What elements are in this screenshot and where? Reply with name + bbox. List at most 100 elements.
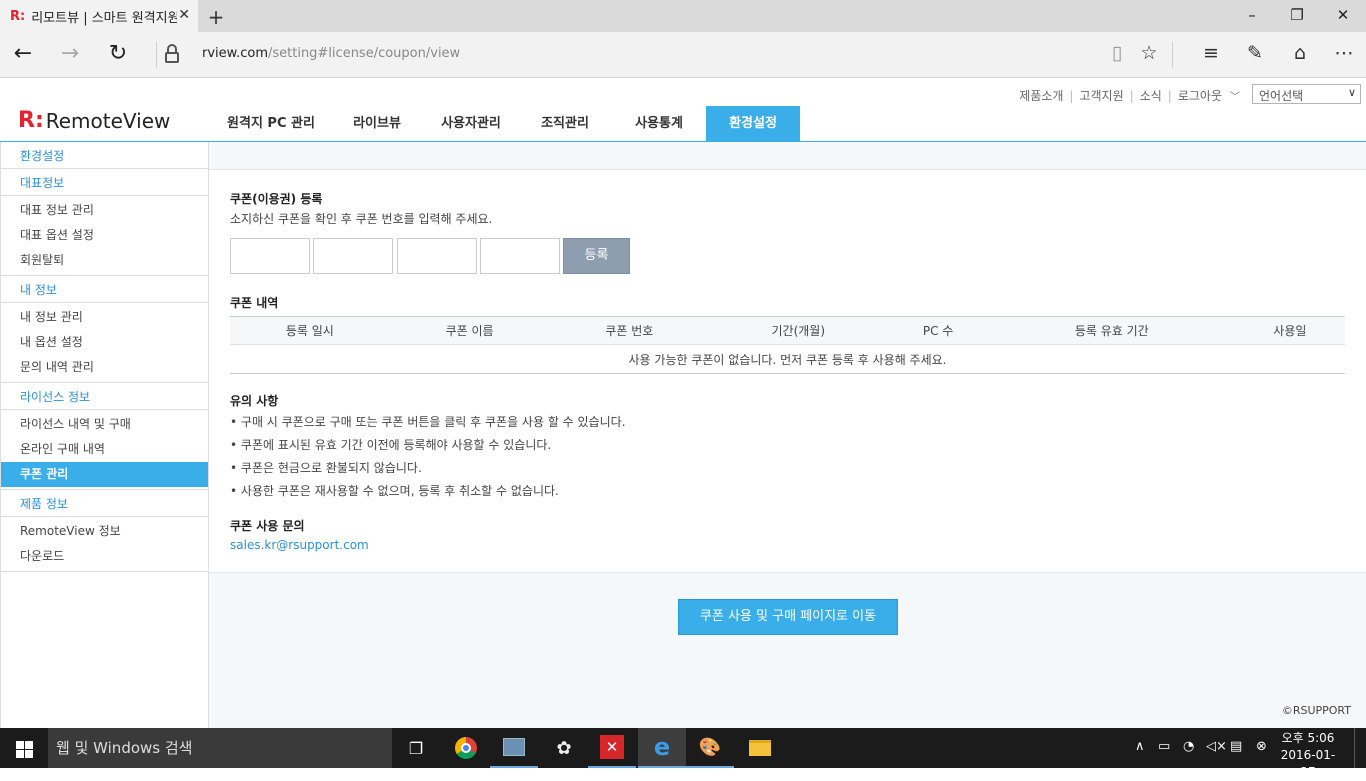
action-center-icon[interactable]: ▤ bbox=[1230, 739, 1242, 754]
paint-icon[interactable]: 🎨 bbox=[686, 728, 734, 768]
chrome-icon[interactable] bbox=[442, 728, 490, 768]
main-navigation: 원격지 PC 관리 라이브뷰 사용자관리 조직관리 사용통계 환경설정 bbox=[212, 106, 800, 142]
back-arrow-icon[interactable]: ← bbox=[9, 41, 37, 66]
language-select-value: 언어선택 bbox=[1259, 89, 1304, 103]
nav-settings[interactable]: 환경설정 bbox=[706, 106, 800, 142]
sidebar-group-my-info[interactable]: 내 정보 bbox=[1, 276, 208, 303]
sidebar-item-my-options[interactable]: 내 옵션 설정 bbox=[1, 330, 208, 355]
sidebar-item-download[interactable]: 다운로드 bbox=[1, 544, 208, 569]
notes-title: 유의 사항 bbox=[230, 394, 279, 408]
taskbar-search-box[interactable]: 웹 및 Windows 검색 bbox=[48, 728, 392, 768]
nav-statistics[interactable]: 사용통계 bbox=[612, 106, 706, 142]
sidebar-item-coupon[interactable]: 쿠폰 관리 bbox=[1, 462, 208, 487]
windows-taskbar: 웹 및 Windows 검색 ❐ ✿ ✕ e 🎨 ∧ ▭ ◔ ◁× ▤ ⊗ 오후… bbox=[0, 728, 1366, 779]
util-link-news[interactable]: 소식 bbox=[1140, 87, 1162, 104]
remoteview-logo[interactable]: R: RemoteView bbox=[18, 108, 170, 133]
browser-tab[interactable]: R: 리모트뷰 | 스마트 원격지원 ✕ bbox=[0, 0, 198, 32]
windows-start-icon[interactable] bbox=[0, 728, 48, 768]
tab-close-icon[interactable]: ✕ bbox=[178, 7, 190, 23]
reading-view-icon[interactable]: ▯ bbox=[1103, 42, 1131, 64]
column-header: 기간(개월) bbox=[709, 316, 888, 345]
sidebar-group-representative[interactable]: 대표정보 bbox=[1, 169, 208, 196]
logo-mark: R: bbox=[18, 108, 44, 133]
address-bar[interactable]: rview.com/setting#license/coupon/view bbox=[202, 46, 460, 61]
sidebar-item-my-info[interactable]: 내 정보 관리 bbox=[1, 305, 208, 330]
divider bbox=[1172, 42, 1173, 68]
divider: | bbox=[1129, 88, 1134, 103]
nav-user-management[interactable]: 사용자관리 bbox=[424, 106, 518, 142]
battery-icon[interactable]: ▭ bbox=[1158, 739, 1170, 754]
note-text: 사용한 쿠폰은 재사용할 수 없으며, 등록 후 취소할 수 없습니다. bbox=[240, 484, 559, 498]
column-header: 쿠폰 번호 bbox=[549, 316, 710, 345]
util-link-support[interactable]: 고객지원 bbox=[1079, 87, 1123, 104]
divider bbox=[156, 42, 157, 68]
column-header: PC 수 bbox=[887, 316, 989, 345]
maximize-icon[interactable]: ❐ bbox=[1282, 6, 1312, 24]
sidebar-item-withdraw[interactable]: 회원탈퇴 bbox=[1, 248, 208, 273]
coupon-register-title: 쿠폰(이용권) 등록 bbox=[230, 192, 323, 206]
address-row: ← → ↻ rview.com/setting#license/coupon/v… bbox=[0, 32, 1366, 78]
nav-liveview[interactable]: 라이브뷰 bbox=[330, 106, 424, 142]
xmind-icon[interactable]: ✕ bbox=[588, 728, 636, 768]
util-link-products[interactable]: 제품소개 bbox=[1019, 87, 1063, 104]
coupon-code-input-1[interactable] bbox=[230, 238, 310, 274]
file-explorer-icon[interactable] bbox=[736, 728, 784, 768]
lock-icon bbox=[164, 44, 180, 64]
sidebar-item-license-purchase[interactable]: 라이선스 내역 및 구매 bbox=[1, 412, 208, 437]
forward-arrow-icon[interactable]: → bbox=[56, 41, 84, 66]
coupon-history-title: 쿠폰 내역 bbox=[230, 296, 279, 310]
sidebar-items: 내 정보 관리 내 옵션 설정 문의 내역 관리 bbox=[1, 303, 208, 383]
sidebar-item-rep-info[interactable]: 대표 정보 관리 bbox=[1, 198, 208, 223]
favorite-star-icon[interactable]: ☆ bbox=[1135, 42, 1163, 64]
coupon-code-input-4[interactable] bbox=[480, 238, 560, 274]
note-text: 쿠폰은 현금으로 환불되지 않습니다. bbox=[240, 461, 422, 475]
nav-organization[interactable]: 조직관리 bbox=[518, 106, 612, 142]
taskbar-clock[interactable]: 오후 5:06 2016-01-27 bbox=[1280, 730, 1336, 781]
sidebar-item-rep-options[interactable]: 대표 옵션 설정 bbox=[1, 223, 208, 248]
tab-title: 리모트뷰 | 스마트 원격지원 bbox=[31, 10, 178, 26]
url-host: rview.com bbox=[202, 46, 268, 61]
share-icon[interactable]: ⌂ bbox=[1286, 42, 1314, 64]
register-button[interactable]: 등록 bbox=[563, 238, 630, 274]
wifi-icon[interactable]: ◔ bbox=[1183, 739, 1194, 754]
sidebar-item-online-purchase[interactable]: 온라인 구매 내역 bbox=[1, 437, 208, 462]
sidebar-group-license[interactable]: 라이선스 정보 bbox=[1, 383, 208, 410]
edge-browser-icon[interactable]: e bbox=[638, 728, 686, 768]
language-select[interactable]: 언어선택 ∨ bbox=[1252, 84, 1361, 104]
column-header: 쿠폰 이름 bbox=[389, 316, 550, 345]
sidebar-items: RemoteView 정보 다운로드 bbox=[1, 517, 208, 572]
table-row: 사용 가능한 쿠폰이 없습니다. 먼저 쿠폰 등록 후 사용해 주세요. bbox=[230, 344, 1345, 374]
content-header-bar bbox=[209, 142, 1366, 170]
copyright: ©RSUPPORT bbox=[1281, 704, 1351, 717]
chevron-down-icon[interactable]: ﹀ bbox=[1230, 88, 1240, 103]
refresh-icon[interactable]: ↻ bbox=[104, 41, 132, 66]
app-figure-icon[interactable]: ✿ bbox=[540, 728, 588, 768]
sidebar-item-product-info[interactable]: RemoteView 정보 bbox=[1, 519, 208, 544]
sidebar-group-product[interactable]: 제품 정보 bbox=[1, 490, 208, 517]
explorer-window-icon[interactable] bbox=[490, 728, 538, 768]
nav-remote-pc[interactable]: 원격지 PC 관리 bbox=[212, 106, 330, 142]
chevron-down-icon: ∨ bbox=[1347, 86, 1356, 99]
util-link-logout[interactable]: 로그아웃 bbox=[1178, 87, 1222, 104]
minimize-icon[interactable]: – bbox=[1237, 6, 1267, 24]
task-view-icon[interactable]: ❐ bbox=[392, 728, 440, 768]
web-page: 제품소개 | 고객지원 | 소식 | 로그아웃 ﹀ 언어선택 ∨ R: Remo… bbox=[0, 78, 1366, 728]
window-close-icon[interactable]: ✕ bbox=[1328, 6, 1358, 24]
status-x-icon[interactable]: ⊗ bbox=[1256, 739, 1267, 754]
hub-menu-icon[interactable]: ≡ bbox=[1197, 42, 1225, 64]
coupon-code-input-3[interactable] bbox=[397, 238, 477, 274]
new-tab-icon[interactable]: + bbox=[206, 5, 226, 29]
sidebar-item-inquiries[interactable]: 문의 내역 관리 bbox=[1, 355, 208, 380]
volume-muted-icon[interactable]: ◁× bbox=[1206, 739, 1227, 754]
web-note-icon[interactable]: ✎ bbox=[1241, 42, 1269, 64]
sidebar-root[interactable]: 환경설정 bbox=[1, 142, 208, 169]
coupon-code-input-2[interactable] bbox=[313, 238, 393, 274]
more-options-icon[interactable]: ⋯ bbox=[1330, 42, 1358, 64]
column-header: 사용일 bbox=[1234, 316, 1345, 345]
tray-chevron-up-icon[interactable]: ∧ bbox=[1135, 739, 1145, 754]
go-coupon-purchase-button[interactable]: 쿠폰 사용 및 구매 페이지로 이동 bbox=[678, 599, 898, 635]
inquiry-email-link[interactable]: sales.kr@rsupport.com bbox=[230, 538, 369, 552]
show-desktop-button[interactable] bbox=[1354, 728, 1366, 768]
note-item: • 사용한 쿠폰은 재사용할 수 없으며, 등록 후 취소할 수 없습니다. bbox=[230, 484, 559, 498]
browser-chrome: R: 리모트뷰 | 스마트 원격지원 ✕ + – ❐ ✕ ← → ↻ rview… bbox=[0, 0, 1366, 78]
